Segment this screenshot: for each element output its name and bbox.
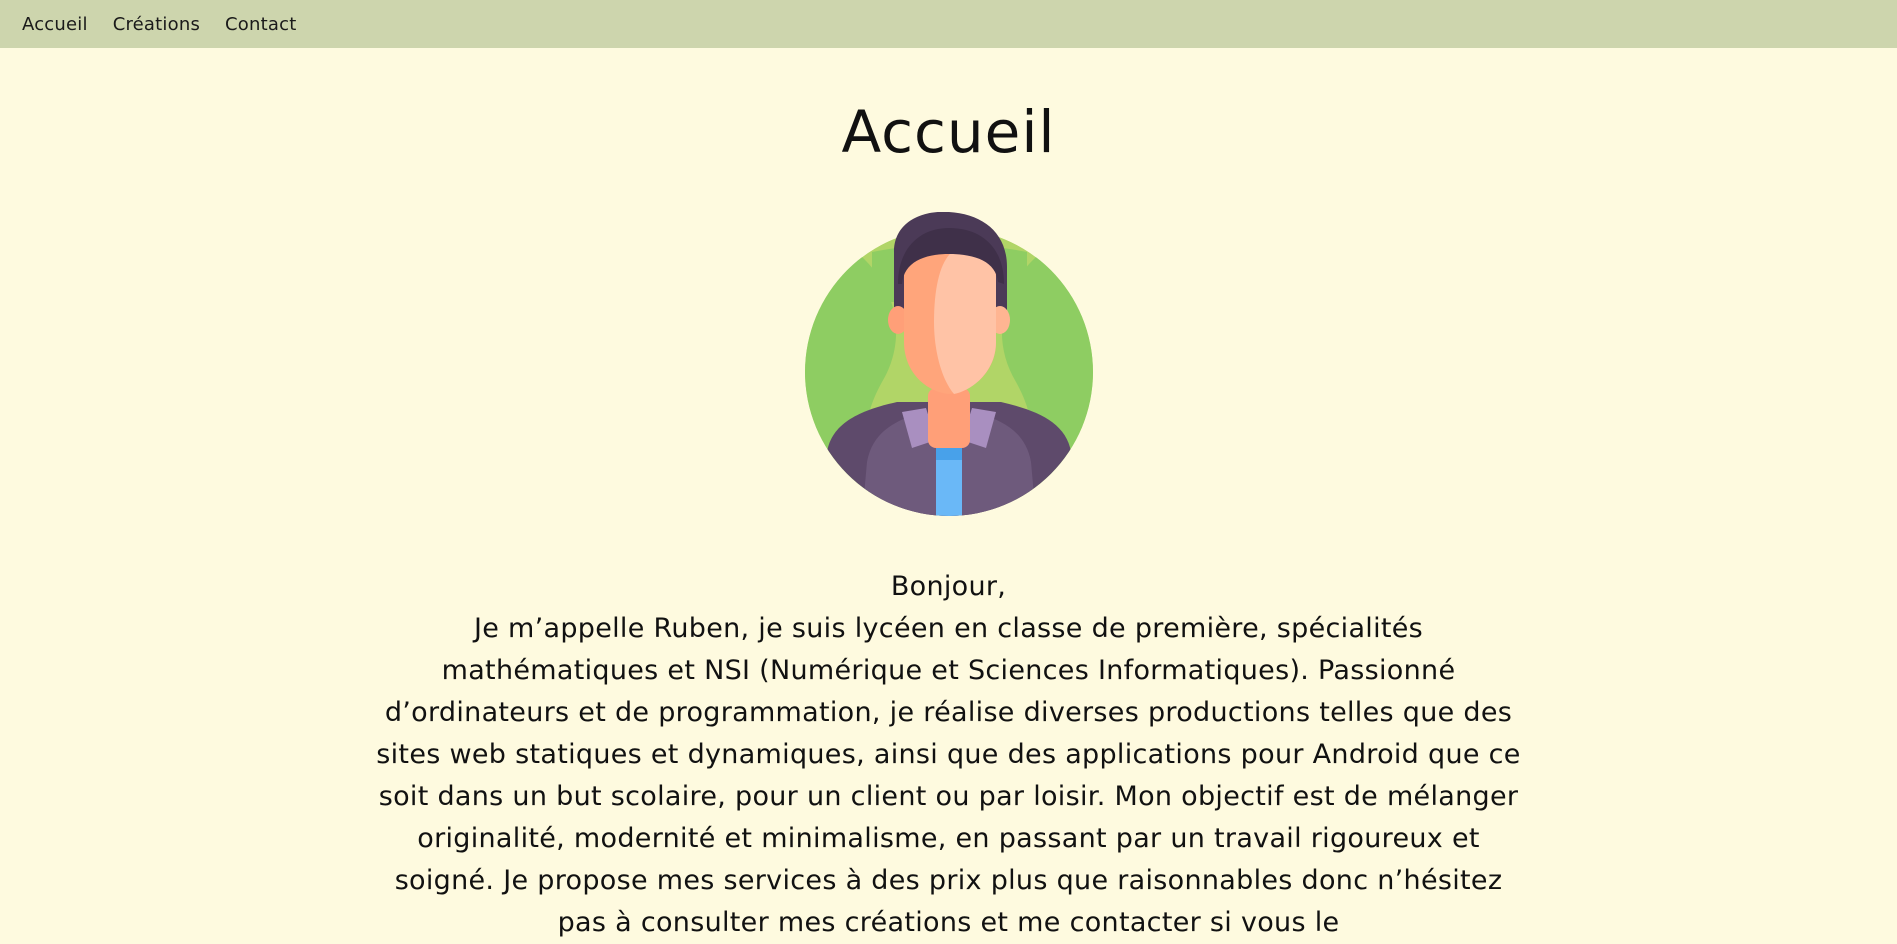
man-avatar-icon bbox=[805, 212, 1093, 516]
intro-text: Bonjour, Je m’appelle Ruben, je suis lyc… bbox=[370, 566, 1527, 944]
nav-link-contact[interactable]: Contact bbox=[225, 14, 296, 35]
nav-link-accueil[interactable]: Accueil bbox=[22, 14, 88, 35]
intro-greeting: Bonjour, bbox=[890, 571, 1007, 602]
intro-body: Je m’appelle Ruben, je suis lycéen en cl… bbox=[376, 613, 1521, 938]
top-navbar: Accueil Créations Contact bbox=[0, 0, 1897, 48]
page-title: Accueil bbox=[841, 98, 1056, 166]
nav-link-creations[interactable]: Créations bbox=[113, 14, 200, 35]
